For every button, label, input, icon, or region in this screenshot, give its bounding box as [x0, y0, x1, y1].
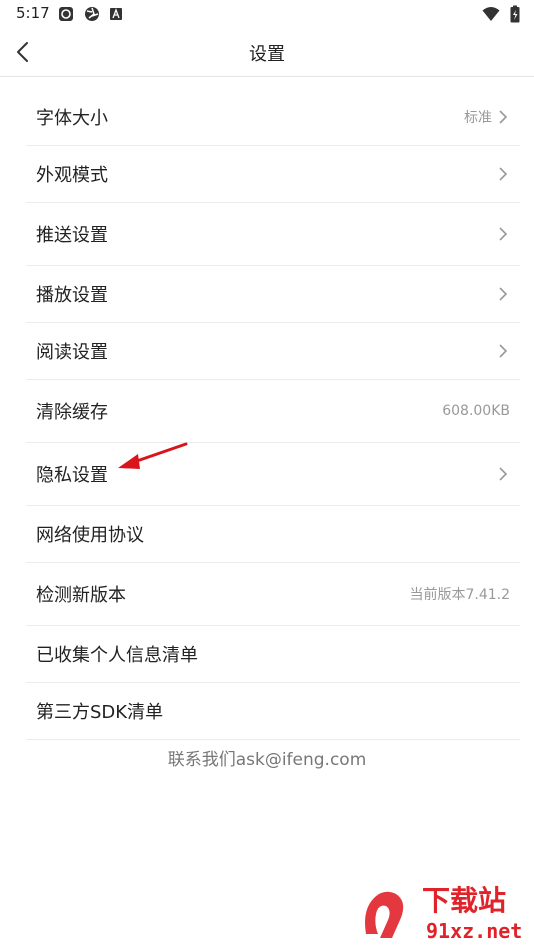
settings-row-label: 隐私设置 — [36, 465, 108, 486]
text-notification-icon — [110, 8, 122, 20]
app-notification-icon — [59, 7, 73, 21]
chevron-right-icon — [499, 287, 508, 301]
settings-row[interactable]: 第三方SDK清单 — [26, 683, 520, 740]
page-title: 设置 — [249, 44, 285, 65]
settings-row-label: 推送设置 — [36, 225, 108, 246]
settings-row[interactable]: 隐私设置 — [26, 443, 520, 506]
settings-row-value: 当前版本7.41.2 — [409, 587, 510, 603]
status-bar: 5:17 — [0, 0, 534, 28]
watermark-cn-text: 下载站 — [422, 884, 506, 917]
settings-row-label: 已收集个人信息清单 — [36, 645, 198, 666]
contact-text: 联系我们ask@ifeng.com — [167, 750, 367, 770]
shutter-notification-icon — [85, 7, 99, 21]
status-time: 5:17 — [16, 4, 50, 22]
settings-row[interactable]: 外观模式 — [26, 146, 520, 203]
settings-row[interactable]: 推送设置 — [26, 203, 520, 266]
settings-row-value: 标准 — [464, 110, 492, 126]
settings-row[interactable]: 已收集个人信息清单 — [26, 626, 520, 683]
settings-row[interactable]: 清除缓存 608.00KB — [26, 380, 520, 443]
title-bar: 设置 — [0, 28, 534, 77]
annotation-arrow-icon — [118, 442, 188, 469]
settings-row-label: 第三方SDK清单 — [36, 702, 164, 723]
settings-row-label: 清除缓存 — [36, 402, 108, 423]
settings-row-label: 网络使用协议 — [36, 525, 144, 546]
chevron-right-icon — [499, 227, 508, 241]
chevron-right-icon — [499, 167, 508, 181]
settings-row[interactable]: 检测新版本 当前版本7.41.2 — [26, 563, 520, 626]
settings-row[interactable]: 阅读设置 — [26, 323, 520, 380]
settings-row-label: 外观模式 — [36, 165, 108, 186]
watermark-logo: 下载站 91xz.net — [365, 884, 522, 943]
settings-row[interactable]: 播放设置 — [26, 266, 520, 323]
settings-row-label: 字体大小 — [36, 108, 108, 129]
chevron-right-icon — [499, 467, 508, 481]
settings-row[interactable]: 字体大小 标准 — [26, 89, 520, 146]
watermark-url-text: 91xz.net — [426, 919, 522, 943]
chevron-right-icon — [499, 110, 508, 124]
chevron-right-icon — [499, 344, 508, 358]
settings-list: 字体大小 标准外观模式推送设置播放设置阅读设置清除缓存 608.00KB 隐私设置网络… — [26, 89, 520, 740]
settings-row-label: 播放设置 — [36, 285, 108, 306]
settings-row-label: 阅读设置 — [36, 342, 108, 363]
settings-row[interactable]: 网络使用协议 — [26, 506, 520, 563]
battery-charging-icon — [510, 5, 520, 23]
wifi-icon — [482, 7, 500, 21]
settings-row-value: 608.00KB — [442, 403, 510, 419]
settings-row-label: 检测新版本 — [36, 585, 126, 606]
